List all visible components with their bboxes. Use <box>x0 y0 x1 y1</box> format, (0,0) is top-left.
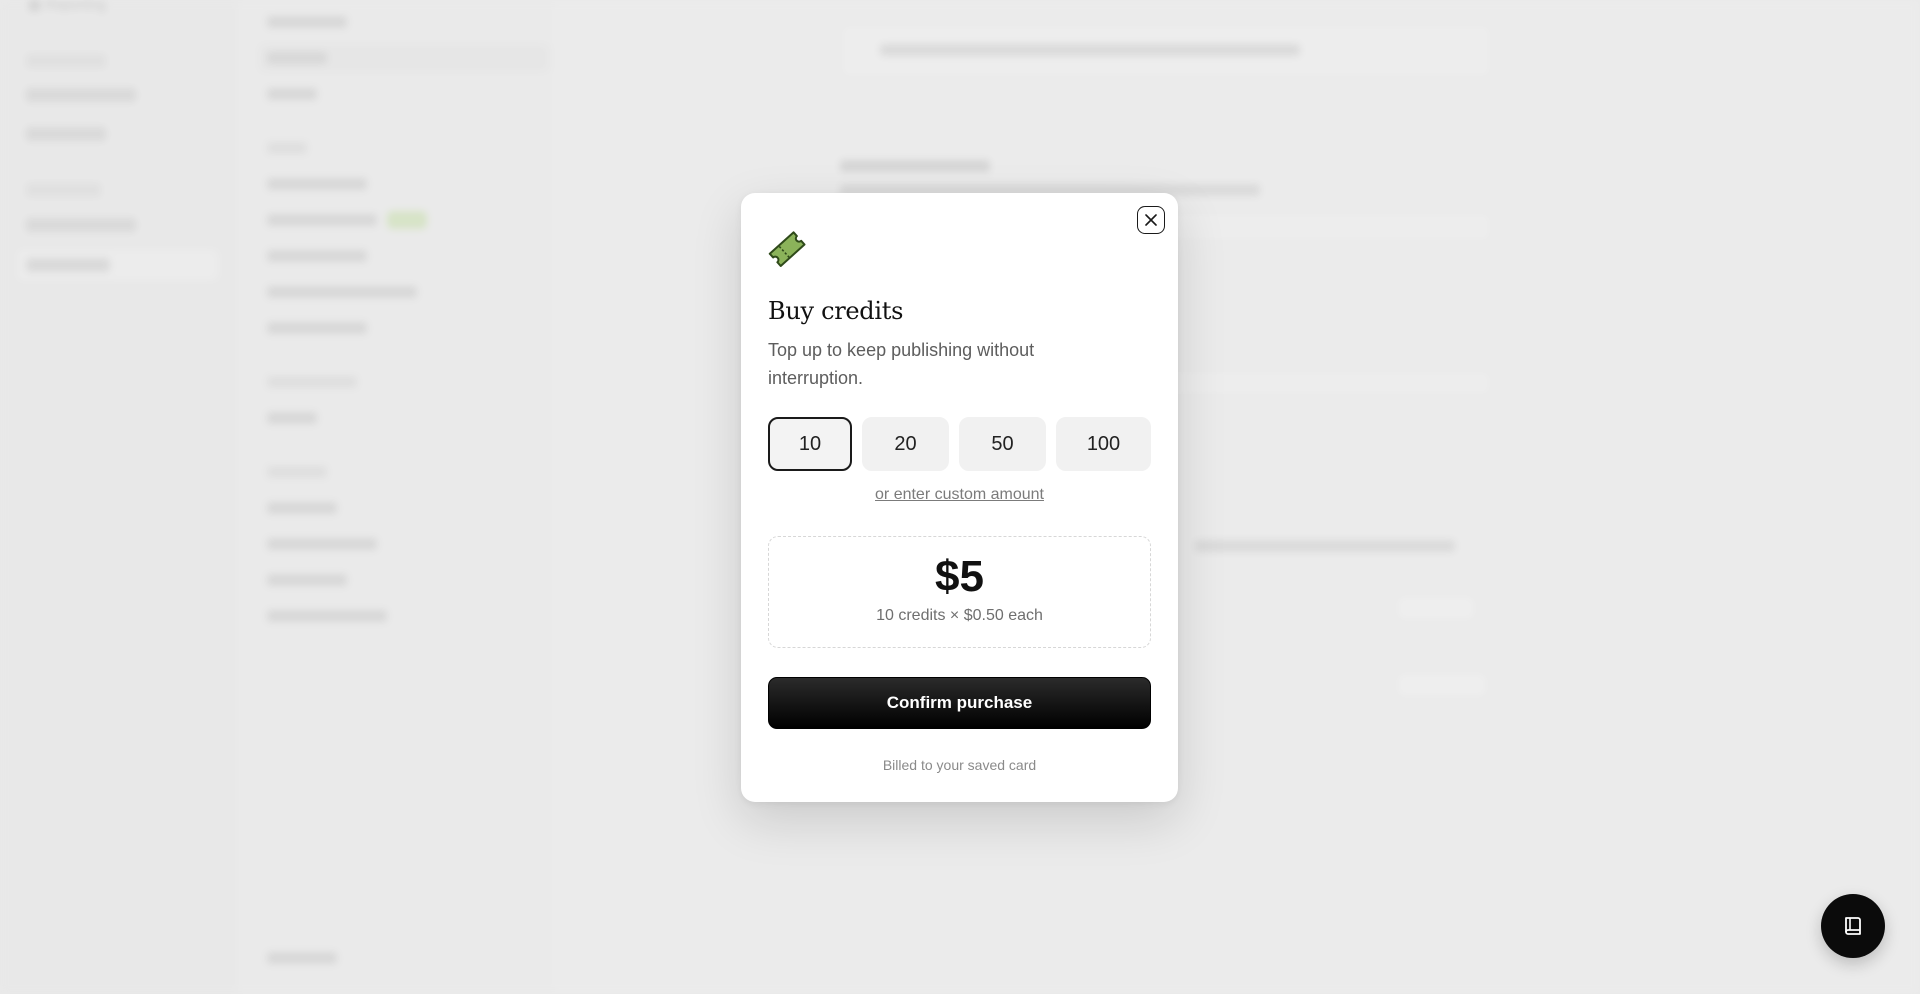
ticket-icon <box>768 231 806 267</box>
amount-option-50[interactable]: 50 <box>959 417 1046 471</box>
amount-option-20[interactable]: 20 <box>862 417 949 471</box>
price-breakdown: 10 credits × $0.50 each <box>876 607 1043 624</box>
help-fab-button[interactable] <box>1821 894 1885 958</box>
close-button[interactable] <box>1137 206 1165 234</box>
confirm-purchase-button[interactable]: Confirm purchase <box>768 677 1151 729</box>
billing-note: Billed to your saved card <box>882 757 1037 773</box>
book-icon <box>1845 917 1861 935</box>
custom-amount-link[interactable]: or enter custom amount <box>741 486 1178 504</box>
price-summary: $5 10 credits × $0.50 each <box>768 536 1151 648</box>
credit-amount-options: 10 20 50 100 <box>768 417 1151 471</box>
amount-option-100[interactable]: 100 <box>1056 417 1151 471</box>
modal-title: Buy credits <box>768 297 904 325</box>
buy-credits-modal: Buy credits Top up to keep publishing wi… <box>741 193 1178 802</box>
total-price: $5 <box>935 552 984 601</box>
amount-option-10[interactable]: 10 <box>768 417 852 471</box>
modal-subtitle: Top up to keep publishing without interr… <box>768 340 1035 388</box>
close-icon <box>1145 214 1157 226</box>
